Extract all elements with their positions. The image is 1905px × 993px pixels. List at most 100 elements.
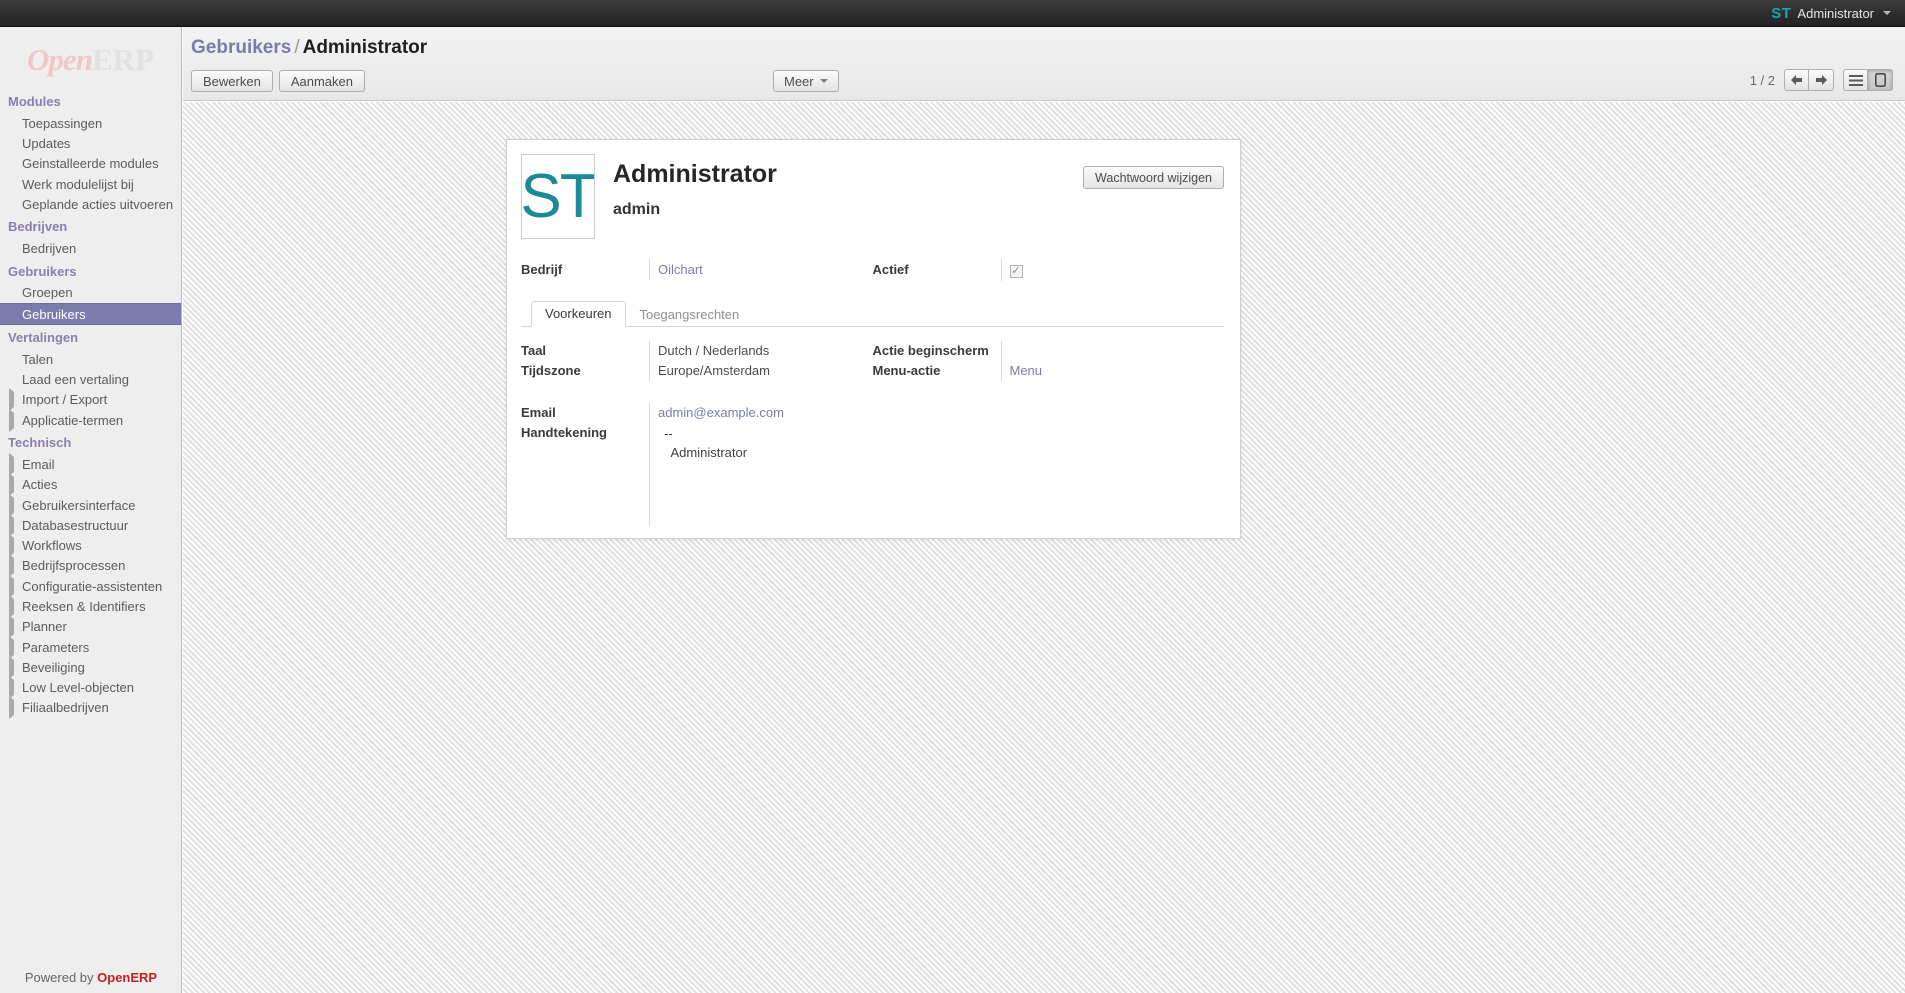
sidebar-item-label: Laad een vertaling [22,372,129,388]
active-checkbox[interactable]: ✓ [1009,265,1023,278]
signature-value-cell: -- Administrator [649,423,873,527]
expand-arrow-icon [8,473,20,497]
sidebar-item-filiaalbedrijven[interactable]: Filiaalbedrijven [0,696,181,720]
field-company: Bedrijf Oilchart [521,259,873,281]
sidebar-item-gebruikers[interactable]: Gebruikers [0,303,181,326]
powered-by-footer: Powered by OpenERP [0,970,181,993]
sidebar-item-acties[interactable]: Acties [0,473,181,497]
record-header: ST Administrator admin Wachtwoord wijzig… [521,154,1224,239]
sidebar-item-label: Groepen [22,285,73,301]
sidebar-item-workflows[interactable]: Workflows [0,534,181,558]
record-titles: Administrator admin [613,154,777,219]
active-value-cell: ✓ [1000,259,1225,281]
caret-right-icon [9,696,14,720]
empty-value [1001,403,1225,423]
sidebar-item-bedrijfsprocessen[interactable]: Bedrijfsprocessen [0,554,181,578]
user-menu[interactable]: ST Administrator [1771,6,1891,21]
logo-erp-text: ERP [91,42,154,77]
caret-right-icon [9,473,14,497]
sidebar-item-parameters[interactable]: Parameters [0,635,181,659]
sidebar-item-label: Configuratie-assistenten [22,578,163,594]
sidebar-item-label: Workflows [22,538,82,554]
sidebar-item-geplande-acties-uitvoeren[interactable]: Geplande acties uitvoeren [0,194,181,214]
home-action-label: Actie beginscherm [872,343,989,358]
field-row: Email admin@example.com [521,403,1224,423]
expand-arrow-icon [8,388,20,412]
sidebar-item-werk-modulelijst-bij[interactable]: Werk modulelijst bij [0,174,181,194]
sidebar-item-label: Geinstalleerde modules [22,156,159,172]
field-home-action: Actie beginscherm [873,341,1225,361]
email-link[interactable]: admin@example.com [658,405,784,420]
field-active: Actief ✓ [873,259,1225,281]
menu-action-link[interactable]: Menu [1010,363,1043,378]
chevron-down-icon [1883,11,1891,15]
sidebar-item-low-level-objecten[interactable]: Low Level-objecten [0,676,181,700]
company-link[interactable]: Oilchart [658,262,703,277]
signature-text[interactable]: -- Administrator [658,425,873,463]
expand-arrow-icon [8,615,20,639]
language-value[interactable]: Dutch / Nederlands [649,341,873,361]
breadcrumb-current: Administrator [302,37,428,58]
form-view-icon[interactable] [1868,69,1893,91]
email-label: Email [521,405,556,420]
next-record-button[interactable] [1809,69,1834,91]
tab-toegangsrechten[interactable]: Toegangsrechten [626,302,754,327]
openerp-logo: Open ERP [0,27,181,89]
sidebar-item-import-export[interactable]: Import / Export [0,388,181,412]
more-button[interactable]: Meer [773,70,839,92]
expand-arrow-icon [8,408,20,432]
sidebar-item-laad-een-vertaling[interactable]: Laad een vertaling [0,369,181,389]
tab-voorkeuren[interactable]: Voorkeuren [531,301,626,327]
sidebar: Open ERP Modules Toepassingen Updates Geinst… [0,27,182,993]
sidebar-item-label: Beveiliging [22,659,85,675]
sidebar-item-geinstalleerde-modules[interactable]: Geinstalleerde modules [0,154,181,174]
pager-count: 1 / 2 [1749,72,1775,88]
expand-arrow-icon [8,696,20,720]
field-row: Taal Dutch / Nederlands Actie beginscher… [521,341,1224,361]
sidebar-item-toepassingen[interactable]: Toepassingen [0,113,181,133]
sidebar-item-databasestructuur[interactable]: Databasestructuur [0,513,181,537]
sidebar-section-bedrijven: Bedrijven [8,219,68,235]
sidebar-item-reeksen-identifiers[interactable]: Reeksen & Identifiers [0,594,181,618]
powered-by-brand[interactable]: OpenERP [97,970,157,985]
sidebar-item-label: Gebruikersinterface [22,497,136,513]
avatar-initials: ST [521,161,595,231]
menu-action-label: Menu-actie [872,363,941,378]
field-timezone: Tijdszone Europe/Amsterdam [521,361,873,381]
sidebar-item-gebruikersinterface[interactable]: Gebruikersinterface [0,493,181,517]
field-spacer [521,381,1224,403]
sidebar-item-label: Filiaalbedrijven [22,700,109,716]
sidebar-item-email[interactable]: Email [0,452,181,476]
create-button[interactable]: Aanmaken [278,70,365,92]
expand-arrow-icon [8,574,20,598]
avatar[interactable]: ST [521,154,595,239]
field-signature: Handtekening -- Administrator [521,423,873,527]
previous-record-button[interactable] [1784,69,1809,91]
sidebar-item-bedrijven[interactable]: Bedrijven [0,238,181,258]
sidebar-item-label: Geplande acties uitvoeren [22,196,174,212]
field-email: Email admin@example.com [521,403,873,423]
sidebar-item-configuratie-assistenten[interactable]: Configuratie-assistenten [0,574,181,598]
list-view-icon[interactable] [1843,69,1868,91]
edit-button[interactable]: Bewerken [191,70,273,92]
sidebar-item-planner[interactable]: Planner [0,615,181,639]
field-row: Tijdszone Europe/Amsterdam Menu-actie Me… [521,361,1224,381]
record-login: admin [613,200,661,218]
change-password-button[interactable]: Wachtwoord wijzigen [1083,166,1224,189]
sidebar-item-beveiliging[interactable]: Beveiliging [0,655,181,679]
expand-arrow-icon [8,635,20,659]
breadcrumb-root[interactable]: Gebruikers [191,37,291,58]
sidebar-item-label: Bedrijfsprocessen [22,558,126,574]
sidebar-item-groepen[interactable]: Groepen [0,283,181,303]
form-canvas: ST Administrator admin Wachtwoord wijzig… [183,102,1905,993]
timezone-value[interactable]: Europe/Amsterdam [649,361,873,381]
sidebar-item-applicatie-termen[interactable]: Applicatie-termen [0,408,181,432]
home-action-value[interactable] [1000,341,1225,361]
sidebar-section-technisch: Technisch [8,435,72,451]
company-label: Bedrijf [521,262,563,277]
record-sheet: ST Administrator admin Wachtwoord wijzig… [506,139,1241,539]
sidebar-item-talen[interactable]: Talen [0,349,181,369]
more-menu-wrapper: Meer [773,70,839,92]
sidebar-item-updates[interactable]: Updates [0,133,181,153]
caret-right-icon [9,408,14,432]
